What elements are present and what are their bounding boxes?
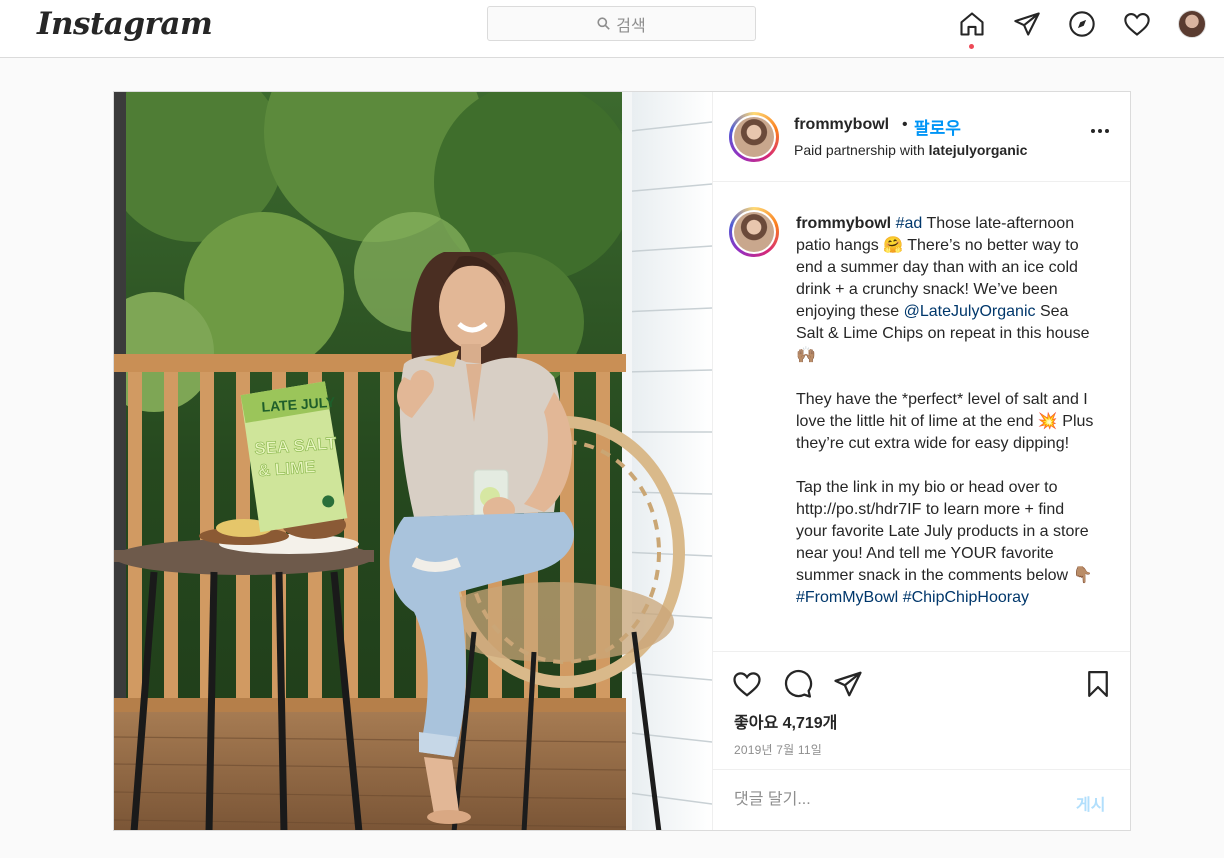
comment-bubble-icon[interactable] [781, 667, 815, 701]
like-heart-icon[interactable] [730, 667, 764, 701]
share-paper-plane-icon[interactable] [831, 667, 865, 701]
mention-latejulyorganic[interactable]: @LateJulyOrganic [904, 303, 1036, 320]
hashtag-frommybowl[interactable]: #FromMyBowl [796, 589, 898, 606]
paid-partnership-label: Paid partnership with latejulyorganic [794, 142, 1027, 158]
caption-scroll-area[interactable]: frommybowl #ad Those late-afternoon pati… [713, 183, 1130, 651]
follow-button[interactable]: 팔로우 [914, 114, 961, 139]
like-count[interactable]: 좋아요 4,719개 [734, 709, 837, 733]
partner-link[interactable]: latejulyorganic [929, 142, 1028, 158]
post-photo[interactable]: LATE JULY SEA SALT & LIME [114, 92, 712, 830]
post-date[interactable]: 2019년 7월 11일 [734, 741, 822, 758]
caption-author-avatar[interactable] [729, 207, 779, 257]
post-actions: 좋아요 4,719개 2019년 7월 11일 게시 [713, 651, 1130, 830]
caption-username[interactable]: frommybowl [796, 215, 891, 232]
top-navigation-bar: Instagram 검색 [0, 0, 1224, 58]
author-username[interactable]: frommybowl [794, 116, 889, 134]
comment-composer: 게시 [713, 769, 1130, 830]
search-placeholder: 검색 [616, 17, 646, 35]
instagram-logo[interactable]: Instagram [37, 6, 213, 42]
post-side-panel: frommybowl • 팔로우 Paid partnership with l… [712, 92, 1130, 830]
post-header: frommybowl • 팔로우 Paid partnership with l… [713, 92, 1130, 182]
caption-paragraph-3: Tap the link in my bio or head over to h… [796, 479, 1093, 584]
comment-input[interactable] [734, 791, 1034, 809]
post-comment-button[interactable]: 게시 [1076, 791, 1105, 815]
author-avatar[interactable] [729, 112, 779, 162]
activity-heart-icon[interactable] [1122, 9, 1152, 39]
search-icon [597, 17, 611, 30]
save-bookmark-icon[interactable] [1081, 667, 1115, 701]
separator-dot: • [902, 116, 908, 133]
hashtag-ad[interactable]: #ad [896, 215, 923, 232]
post-card: LATE JULY SEA SALT & LIME frommybowl • 팔… [113, 91, 1131, 831]
patio-photo-illustration: LATE JULY SEA SALT & LIME [114, 92, 712, 830]
notification-dot [969, 44, 974, 49]
more-options-icon[interactable] [1091, 129, 1109, 133]
caption-paragraph-2: They have the *perfect* level of salt an… [796, 391, 1094, 452]
profile-avatar[interactable] [1178, 10, 1206, 38]
direct-message-icon[interactable] [1012, 9, 1042, 39]
caption-text: frommybowl #ad Those late-afternoon pati… [796, 213, 1098, 609]
explore-compass-icon[interactable] [1067, 9, 1097, 39]
search-input[interactable]: 검색 [487, 6, 756, 41]
hashtag-chipchiphooray[interactable]: #ChipChipHooray [903, 589, 1029, 606]
home-icon[interactable] [957, 9, 987, 39]
partnership-prefix: Paid partnership with [794, 142, 929, 158]
bag-flavor-2: & LIME [257, 457, 316, 480]
